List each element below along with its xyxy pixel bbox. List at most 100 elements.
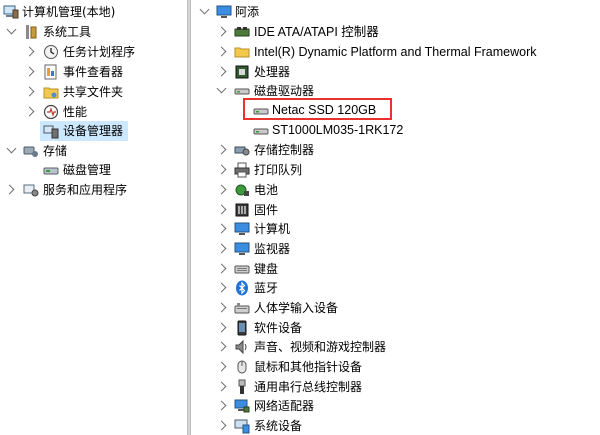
monitor-icon	[234, 221, 250, 237]
tree-item-computer-management[interactable]: 计算机管理(本地)	[0, 2, 187, 22]
chevron-right-icon[interactable]	[24, 46, 35, 57]
device-item-label: ST1000LM035-1RK172	[272, 123, 404, 137]
tree-item-performance[interactable]: 性能	[0, 102, 187, 122]
monitor-icon	[234, 241, 250, 257]
tree-item-label: 性能	[63, 105, 88, 119]
device-tree-pane[interactable]: 阿添 IDE ATA/ATAPI 控制器 Intel(R) Dynamic Pl…	[191, 0, 600, 435]
tree-item-shared-folders[interactable]: 共享文件夹	[0, 82, 187, 102]
device-category-sound[interactable]: 声音、视频和游戏控制器	[191, 337, 600, 357]
device-category-firmware[interactable]: 固件	[191, 200, 600, 220]
chevron-down-icon[interactable]	[199, 4, 210, 15]
device-category-usb[interactable]: 通用串行总线控制器	[191, 377, 600, 397]
tree-item-disk-management[interactable]: 磁盘管理	[0, 160, 187, 180]
device-category-mice[interactable]: 鼠标和其他指针设备	[191, 357, 600, 377]
device-category-label: 网络适配器	[254, 399, 315, 413]
device-category-label: 通用串行总线控制器	[254, 380, 363, 394]
event-viewer-icon	[43, 64, 59, 80]
chevron-right-icon[interactable]	[216, 144, 227, 155]
battery-icon	[234, 182, 250, 198]
device-category-computer[interactable]: 计算机	[191, 219, 600, 239]
device-category-label: 电池	[254, 183, 279, 197]
device-root-label: 阿添	[235, 5, 260, 19]
device-item-netac-ssd[interactable]: Netac SSD 120GB	[191, 100, 600, 120]
tree-item-services-apps[interactable]: 服务和应用程序	[0, 180, 187, 200]
device-category-ide[interactable]: IDE ATA/ATAPI 控制器	[191, 22, 600, 42]
device-category-label: Intel(R) Dynamic Platform and Thermal Fr…	[254, 45, 537, 59]
chevron-right-icon[interactable]	[216, 263, 227, 274]
device-category-keyboards[interactable]: 键盘	[191, 259, 600, 279]
device-category-label: 人体学输入设备	[254, 301, 339, 315]
chevron-right-icon[interactable]	[216, 26, 227, 37]
usb-icon	[234, 379, 250, 395]
device-category-processor[interactable]: 处理器	[191, 62, 600, 82]
device-category-label: 鼠标和其他指针设备	[254, 360, 363, 374]
device-category-monitors[interactable]: 监视器	[191, 239, 600, 259]
device-item-st1000[interactable]: ST1000LM035-1RK172	[191, 120, 600, 140]
tree-item-event-viewer[interactable]: 事件查看器	[0, 62, 187, 82]
device-category-print-queues[interactable]: 打印队列	[191, 160, 600, 180]
chevron-right-icon[interactable]	[24, 86, 35, 97]
device-root[interactable]: 阿添	[191, 2, 600, 22]
chevron-right-icon[interactable]	[24, 66, 35, 77]
printer-icon	[234, 162, 250, 178]
chevron-right-icon[interactable]	[216, 361, 227, 372]
hid-icon	[234, 300, 250, 316]
chevron-right-icon[interactable]	[216, 243, 227, 254]
device-category-label: 处理器	[254, 65, 291, 79]
device-category-intel-dptf[interactable]: Intel(R) Dynamic Platform and Thermal Fr…	[191, 42, 600, 62]
device-category-storage-controllers[interactable]: 存储控制器	[191, 140, 600, 160]
chevron-right-icon[interactable]	[216, 164, 227, 175]
chevron-down-icon[interactable]	[6, 24, 17, 35]
tree-item-label: 磁盘管理	[63, 163, 112, 177]
device-item-label: Netac SSD 120GB	[272, 103, 377, 117]
tree-item-label: 任务计划程序	[63, 45, 136, 59]
device-category-label: 声音、视频和游戏控制器	[254, 340, 387, 354]
tree-item-label: 事件查看器	[63, 65, 124, 79]
processor-icon	[234, 64, 250, 80]
chevron-right-icon[interactable]	[216, 420, 227, 431]
tree-item-task-scheduler[interactable]: 任务计划程序	[0, 42, 187, 62]
device-category-label: 打印队列	[254, 163, 303, 177]
tools-icon	[23, 24, 39, 40]
device-category-label: 软件设备	[254, 321, 303, 335]
chevron-right-icon[interactable]	[216, 204, 227, 215]
storage-controller-icon	[234, 142, 250, 158]
chevron-down-icon[interactable]	[6, 143, 17, 154]
chevron-right-icon[interactable]	[216, 66, 227, 77]
chevron-right-icon[interactable]	[216, 341, 227, 352]
chevron-right-icon[interactable]	[216, 302, 227, 313]
tree-item-label: 计算机管理(本地)	[22, 5, 116, 19]
chevron-right-icon[interactable]	[4, 184, 15, 195]
tree-item-system-tools[interactable]: 系统工具	[0, 22, 187, 42]
drive-icon	[253, 122, 269, 138]
chevron-down-icon[interactable]	[216, 83, 227, 94]
device-category-batteries[interactable]: 电池	[191, 180, 600, 200]
device-category-bluetooth[interactable]: 蓝牙	[191, 278, 600, 298]
tree-item-label: 设备管理器	[63, 124, 124, 138]
chevron-right-icon[interactable]	[216, 400, 227, 411]
chevron-right-icon[interactable]	[216, 381, 227, 392]
device-category-label: 键盘	[254, 262, 279, 276]
chevron-right-icon[interactable]	[216, 322, 227, 333]
tree-item-label: 共享文件夹	[63, 85, 124, 99]
chevron-right-icon[interactable]	[216, 46, 227, 57]
device-category-label: 存储控制器	[254, 143, 315, 157]
console-tree-pane[interactable]: 计算机管理(本地) 系统工具 任务计划程序 事件查看器 共享文件夹 性能 设备管…	[0, 0, 187, 435]
device-category-hid[interactable]: 人体学输入设备	[191, 298, 600, 318]
chevron-right-icon[interactable]	[216, 184, 227, 195]
device-manager-icon	[43, 123, 59, 139]
chevron-right-icon[interactable]	[216, 223, 227, 234]
device-category-network-adapters[interactable]: 网络适配器	[191, 396, 600, 416]
device-category-label: 系统设备	[254, 419, 303, 433]
device-category-system-devices[interactable]: 系统设备	[191, 416, 600, 435]
device-category-software-devices[interactable]: 软件设备	[191, 318, 600, 338]
firmware-icon	[234, 202, 250, 218]
device-category-label: 监视器	[254, 242, 291, 256]
chevron-right-icon[interactable]	[24, 106, 35, 117]
tree-item-device-manager[interactable]: 设备管理器	[40, 121, 128, 141]
drive-icon	[253, 102, 269, 118]
tree-item-storage[interactable]: 存储	[0, 141, 187, 161]
tree-item-label: 存储	[43, 144, 68, 158]
chevron-right-icon[interactable]	[216, 282, 227, 293]
device-category-label: 固件	[254, 203, 279, 217]
